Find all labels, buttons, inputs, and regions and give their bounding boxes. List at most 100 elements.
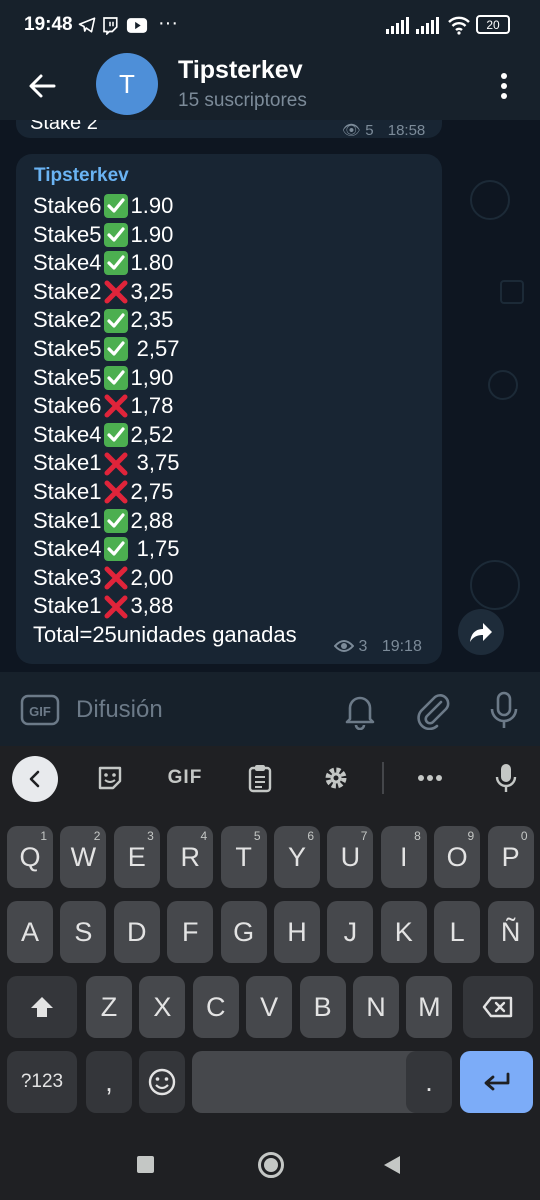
cross-mark-icon [103,394,130,419]
bet-line: Stake6 1.90 [33,192,333,221]
key-label: E [127,841,146,872]
key-d[interactable]: D [113,901,160,963]
check-mark-icon [103,508,130,533]
key-x[interactable]: X [139,976,186,1038]
subscriber-count: 15 suscriptores [178,90,307,111]
microphone-icon[interactable] [486,690,522,730]
key-z[interactable]: Z [86,976,132,1038]
back-arrow-icon[interactable] [22,66,62,106]
key-e[interactable]: E3 [113,826,160,888]
channel-title[interactable]: Tipsterkev [178,56,303,85]
enter-key[interactable] [460,1051,533,1113]
recents-button[interactable] [137,1156,154,1173]
key-number-hint: 6 [307,829,314,843]
bell-icon[interactable] [340,690,380,730]
key-a[interactable]: A [7,901,53,963]
symbols-key[interactable]: ?123 [7,1051,77,1113]
key-w[interactable]: W2 [60,826,107,888]
message-lines: Stake6 1.90 Stake5 1.90 Stake4 1.80 Stake2 3,25… [33,192,333,621]
key-i[interactable]: I8 [380,826,427,888]
voice-input-button[interactable] [488,760,524,796]
keyboard-collapse-button[interactable] [12,756,58,802]
settings-button[interactable] [318,760,354,796]
bet-stake: Stake2 [33,278,102,304]
attach-icon[interactable] [413,690,453,730]
key-v[interactable]: V [246,976,293,1038]
emoji-icon [148,1068,176,1096]
home-dot [264,1158,278,1172]
key-label: L [449,916,465,947]
comma-key[interactable]: , [86,1051,132,1113]
key-s[interactable]: S [60,901,107,963]
key-n[interactable]: N [353,976,399,1038]
backspace-key[interactable] [463,976,533,1038]
key-k[interactable]: K [380,901,427,963]
bet-line: Stake5 1,90 [33,364,333,393]
share-button[interactable] [458,609,504,655]
key-f[interactable]: F [167,901,214,963]
space-key[interactable] [192,1051,440,1113]
sticker-button[interactable] [92,760,128,796]
toolbar-divider [382,762,384,794]
key-label: Z [100,991,118,1022]
cross-mark-icon [103,280,130,305]
key-label: G [233,916,255,947]
gear-icon [325,767,347,789]
emoji-key[interactable] [139,1051,185,1113]
bet-odds: 1.90 [130,193,174,218]
key-b[interactable]: B [299,976,346,1038]
check-mark-icon [103,308,130,333]
key-t[interactable]: T5 [220,826,267,888]
key-label: C [206,991,226,1022]
bet-odds: 3,88 [130,593,174,619]
bet-odds: 2,52 [130,421,174,447]
key-y[interactable]: Y6 [274,826,320,888]
gif-keyboard-button[interactable]: GIF [162,760,208,796]
bet-odds: 1.80 [130,250,174,276]
broadcast-input[interactable]: Difusión [76,696,163,724]
bet-odds: 1,90 [130,364,174,390]
channel-avatar[interactable]: T [96,53,158,115]
bet-stake: Stake4 [33,421,102,447]
key-number-hint: 1 [40,829,47,843]
chat-area[interactable]: Stake 2 👁 5 18:58 Tipsterkev Stake6 1.90 S… [0,120,540,672]
key-r[interactable]: R4 [167,826,214,888]
shift-icon [31,997,53,1017]
bet-stake: Stake4 [33,250,102,276]
key-ñ[interactable]: Ñ [487,901,534,963]
back-button[interactable] [382,1154,402,1176]
key-label: F [181,916,199,947]
key-u[interactable]: U7 [327,826,374,888]
key-q[interactable]: Q1 [7,826,53,888]
message-sender[interactable]: Tipsterkev [34,165,129,187]
key-h[interactable]: H [274,901,320,963]
battery-level: 20 [486,17,500,32]
backspace-icon [482,996,513,1018]
key-label: N [366,991,386,1022]
key-p[interactable]: P0 [487,826,534,888]
bet-odds: 1.90 [130,221,174,247]
message-time: 19:18 [381,638,422,655]
key-c[interactable]: C [192,976,239,1038]
key-o[interactable]: O9 [434,826,481,888]
home-button[interactable] [258,1152,284,1178]
bet-stake: Stake4 [33,536,102,562]
wallpaper-doodle [470,180,510,220]
key-number-hint: 5 [253,829,261,843]
key-l[interactable]: L [434,901,481,963]
message-total: Total=25unidades ganadas [33,622,297,647]
clipboard-button[interactable] [242,760,278,796]
key-j[interactable]: J [327,901,374,963]
cross-mark-icon [103,594,130,619]
key-m[interactable]: M [406,976,453,1038]
more-options-icon[interactable] [490,66,518,106]
svg-text:GIF: GIF [29,704,51,719]
period-key[interactable]: . [406,1051,452,1113]
shift-key[interactable] [7,976,77,1038]
bet-odds: 3,75 [130,450,180,476]
bet-odds: 1,78 [130,393,174,419]
gif-icon[interactable]: GIF [20,692,60,728]
more-tools-button[interactable] [412,760,448,796]
key-g[interactable]: G [220,901,267,963]
signal-icon [386,17,409,34]
